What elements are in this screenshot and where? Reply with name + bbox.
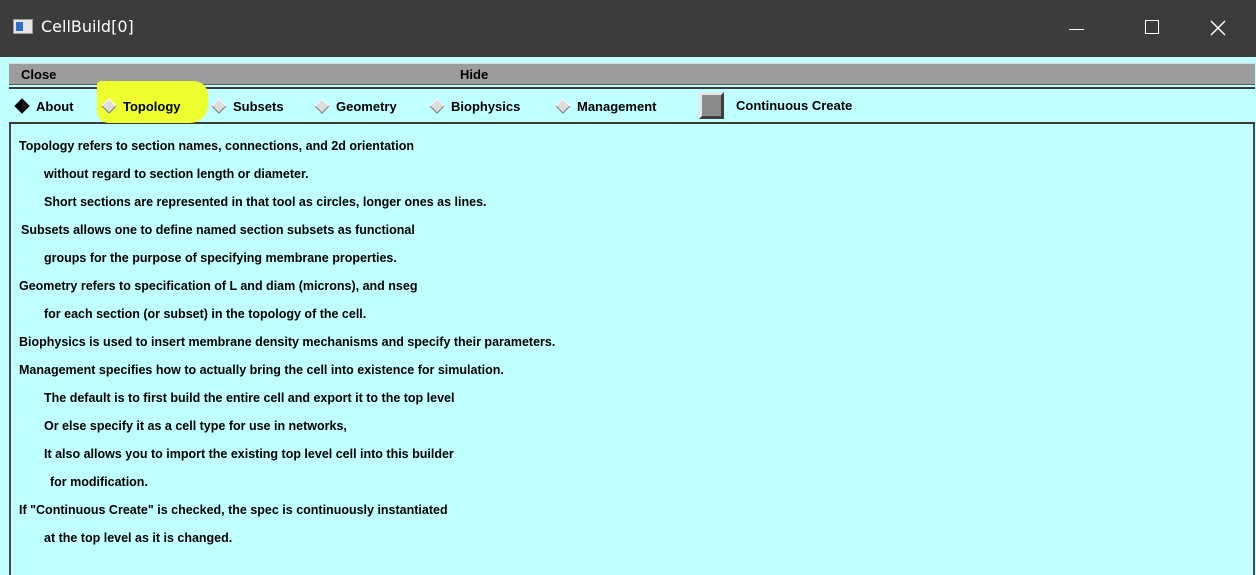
tab-subsets[interactable]: Subsets (211, 97, 284, 115)
text-line: Topology refers to section names, connec… (19, 139, 414, 153)
tab-topology[interactable]: Topology (101, 97, 181, 115)
text-line: The default is to first build the entire… (44, 391, 455, 405)
text-line: It also allows you to import the existin… (44, 447, 454, 461)
text-line: for modification. (50, 475, 148, 489)
window-title: CellBuild[0] (41, 17, 134, 36)
tab-about[interactable]: About (14, 97, 74, 115)
tab-label: Topology (123, 98, 181, 114)
text-line: Subsets allows one to define named secti… (21, 223, 415, 237)
tab-label: Subsets (233, 98, 284, 114)
tab-bar: About Topology Subsets Geometry Biophysi… (9, 81, 1255, 124)
text-line: If "Continuous Create" is checked, the s… (19, 503, 448, 517)
tab-label: Management (577, 98, 657, 114)
radio-diamond-selected-icon (14, 98, 30, 114)
text-line: groups for the purpose of specifying mem… (44, 251, 397, 265)
close-icon (1210, 20, 1226, 36)
hide-menu-button[interactable]: Hide (460, 67, 488, 82)
text-line: Biophysics is used to insert membrane de… (19, 335, 556, 349)
tab-label: About (36, 98, 74, 114)
radio-diamond-icon (555, 98, 571, 114)
minimize-icon (1069, 29, 1084, 30)
tab-management[interactable]: Management (555, 97, 656, 115)
text-line: Or else specify it as a cell type for us… (44, 419, 347, 433)
tab-label: Geometry (336, 98, 397, 114)
app-icon (13, 19, 33, 34)
title-bar[interactable]: CellBuild[0] (0, 0, 1256, 57)
close-menu-button[interactable]: Close (21, 67, 56, 82)
text-line: at the top level as it is changed. (44, 531, 233, 545)
text-line: Management specifies how to actually bri… (19, 363, 504, 377)
tab-geometry[interactable]: Geometry (314, 97, 397, 115)
continuous-create-checkbox[interactable] (699, 92, 724, 119)
radio-diamond-icon (101, 98, 117, 114)
radio-diamond-icon (429, 98, 445, 114)
cellbuild-window: CellBuild[0] Close Hide About Topology S… (0, 0, 1256, 575)
radio-diamond-icon (211, 98, 227, 114)
radio-diamond-icon (314, 98, 330, 114)
about-text-panel: Topology refers to section names, connec… (9, 124, 1255, 575)
maximize-icon (1145, 20, 1159, 34)
tab-biophysics[interactable]: Biophysics (429, 97, 520, 115)
text-line: for each section (or subset) in the topo… (44, 307, 367, 321)
minimize-button[interactable] (1053, 0, 1110, 57)
text-line: Short sections are represented in that t… (44, 195, 487, 209)
text-line: without regard to section length or diam… (44, 167, 309, 181)
continuous-create-label: Continuous Create (736, 98, 853, 113)
text-line: Geometry refers to specification of L an… (19, 279, 418, 293)
tab-label: Biophysics (451, 98, 521, 114)
close-window-button[interactable] (1190, 0, 1247, 57)
maximize-button[interactable] (1123, 0, 1180, 57)
